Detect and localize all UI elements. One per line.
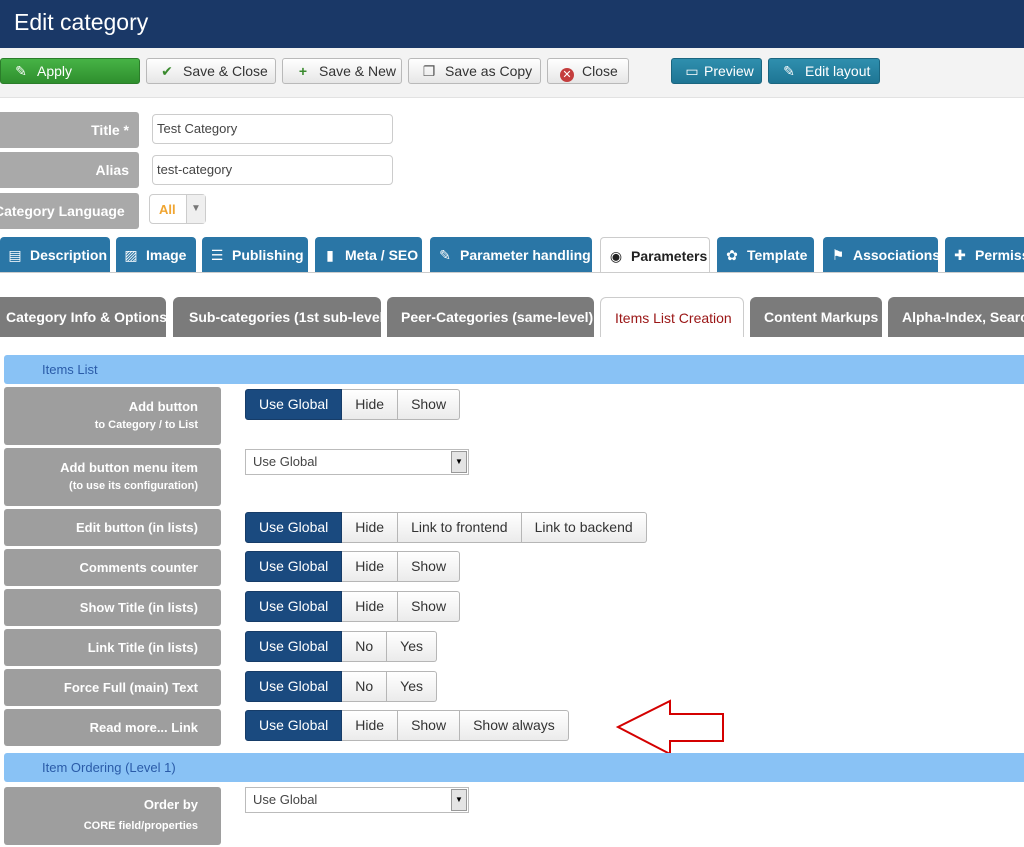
tab-description[interactable]: ▤ Description [0, 237, 110, 273]
subtab-subcategories[interactable]: Sub-categories (1st sub-level) [173, 297, 381, 337]
edit-button-toggle: Use Global Hide Link to frontend Link to… [245, 512, 647, 543]
chevron-down-icon: ▼ [186, 195, 205, 223]
option-use-global[interactable]: Use Global [245, 591, 343, 622]
palette-icon: ✿ [726, 247, 738, 263]
add-button-menu-item-select[interactable]: Use Global ▼ [245, 449, 469, 475]
subtab-items-list-creation[interactable]: Items List Creation [600, 297, 744, 337]
option-use-global[interactable]: Use Global [245, 389, 343, 420]
document-icon: ▤ [8, 247, 22, 263]
option-hide[interactable]: Hide [342, 591, 399, 622]
option-no[interactable]: No [342, 671, 388, 702]
subtab-content-markups[interactable]: Content Markups [750, 297, 882, 337]
option-hide[interactable]: Hide [342, 389, 399, 420]
comments-counter-toggle: Use Global Hide Show [245, 551, 461, 582]
tab-divider [0, 272, 1024, 273]
plus-icon: + [298, 63, 308, 79]
option-use-global[interactable]: Use Global [245, 631, 343, 662]
language-label: Category Language [0, 193, 139, 229]
tab-template[interactable]: ✿ Template [717, 237, 814, 273]
wrench-icon: ✎ [439, 247, 451, 263]
tab-parameters[interactable]: ◉ Parameters [600, 237, 710, 273]
eye-icon: ◉ [609, 248, 623, 264]
preview-button[interactable]: ▭ Preview [671, 58, 762, 84]
bookmark-icon: ▮ [326, 247, 334, 263]
section-items-list: Items List [4, 355, 1024, 384]
tab-parameter-handling[interactable]: ✎ Parameter handling [430, 237, 592, 273]
param-label-add-button-menu-item: Add button menu item (to use its configu… [4, 448, 221, 506]
save-copy-button[interactable]: ❐ Save as Copy [408, 58, 541, 84]
save-close-button[interactable]: ✔ Save & Close [146, 58, 276, 84]
subtab-category-info[interactable]: Category Info & Options [0, 297, 166, 337]
language-select[interactable]: All ▼ [149, 194, 206, 224]
tab-associations[interactable]: ⚑ Associations [823, 237, 938, 273]
save-new-button[interactable]: + Save & New [282, 58, 402, 84]
option-hide[interactable]: Hide [342, 512, 399, 543]
title-label: Title * [0, 112, 139, 148]
param-label-show-title: Show Title (in lists) [4, 589, 221, 626]
option-show[interactable]: Show [398, 710, 461, 741]
option-link-to-backend[interactable]: Link to backend [521, 512, 647, 543]
param-label-edit-button: Edit button (in lists) [4, 509, 221, 546]
option-use-global[interactable]: Use Global [245, 512, 343, 543]
option-hide[interactable]: Hide [342, 710, 399, 741]
title-input[interactable]: Test Category [152, 114, 393, 144]
force-full-text-toggle: Use Global No Yes [245, 671, 438, 702]
order-by-select[interactable]: Use Global ▼ [245, 787, 469, 813]
param-label-add-button: Add button to Category / to List [4, 387, 221, 445]
language-value: All [159, 202, 176, 217]
edit-icon: ✎ [15, 63, 27, 79]
close-icon: ✕ [560, 68, 574, 82]
tab-image[interactable]: ▨ Image [116, 237, 196, 273]
toolbar: ✎ Apply ✔ Save & Close + Save & New ❐ Save a… [0, 48, 1024, 98]
show-title-toggle: Use Global Hide Show [245, 591, 461, 622]
read-more-link-toggle: Use Global Hide Show Show always [245, 710, 569, 741]
monitor-icon: ▭ [685, 63, 699, 79]
option-show-always[interactable]: Show always [460, 710, 569, 741]
subtab-alpha-index[interactable]: Alpha-Index, Search [888, 297, 1024, 337]
edit-icon: ✎ [783, 63, 795, 79]
page-header: Edit category [0, 0, 1024, 48]
flag-icon: ⚑ [831, 247, 845, 263]
alias-label: Alias [0, 152, 139, 188]
option-use-global[interactable]: Use Global [245, 671, 343, 702]
link-title-toggle: Use Global No Yes [245, 631, 438, 662]
option-hide[interactable]: Hide [342, 551, 399, 582]
close-button[interactable]: ✕ Close [547, 58, 629, 84]
option-yes[interactable]: Yes [387, 671, 438, 702]
option-yes[interactable]: Yes [387, 631, 438, 662]
option-show[interactable]: Show [398, 389, 461, 420]
arrow-left-icon [615, 699, 724, 756]
param-label-order-by: Order by CORE field/properties [4, 787, 221, 845]
option-link-to-frontend[interactable]: Link to frontend [398, 512, 522, 543]
section-item-ordering: Item Ordering (Level 1) [4, 753, 1024, 782]
param-label-force-full-text: Force Full (main) Text [4, 669, 221, 706]
plug-icon: ✚ [954, 247, 966, 263]
tab-publishing[interactable]: ☰ Publishing [202, 237, 308, 273]
edit-layout-button[interactable]: ✎ Edit layout [768, 58, 880, 84]
image-icon: ▨ [124, 247, 138, 263]
list-icon: ☰ [210, 247, 224, 263]
param-label-comments-counter: Comments counter [4, 549, 221, 586]
option-show[interactable]: Show [398, 551, 461, 582]
add-button-toggle: Use Global Hide Show [245, 389, 461, 420]
chevron-down-icon: ▼ [451, 789, 467, 811]
option-use-global[interactable]: Use Global [245, 551, 343, 582]
option-use-global[interactable]: Use Global [245, 710, 343, 741]
subtab-peer-categories[interactable]: Peer-Categories (same-level) [387, 297, 594, 337]
check-icon: ✔ [161, 63, 173, 79]
page-title: Edit category [14, 9, 149, 35]
apply-button[interactable]: ✎ Apply [0, 58, 140, 84]
annotation-arrow [615, 699, 724, 756]
option-no[interactable]: No [342, 631, 388, 662]
option-show[interactable]: Show [398, 591, 461, 622]
param-label-link-title: Link Title (in lists) [4, 629, 221, 666]
tab-permissions[interactable]: ✚Permiss [945, 237, 1024, 273]
alias-input[interactable]: test-category [152, 155, 393, 185]
tab-meta-seo[interactable]: ▮ Meta / SEO [315, 237, 422, 273]
param-label-read-more-link: Read more... Link [4, 709, 221, 746]
chevron-down-icon: ▼ [451, 451, 467, 473]
copy-icon: ❐ [422, 63, 436, 79]
